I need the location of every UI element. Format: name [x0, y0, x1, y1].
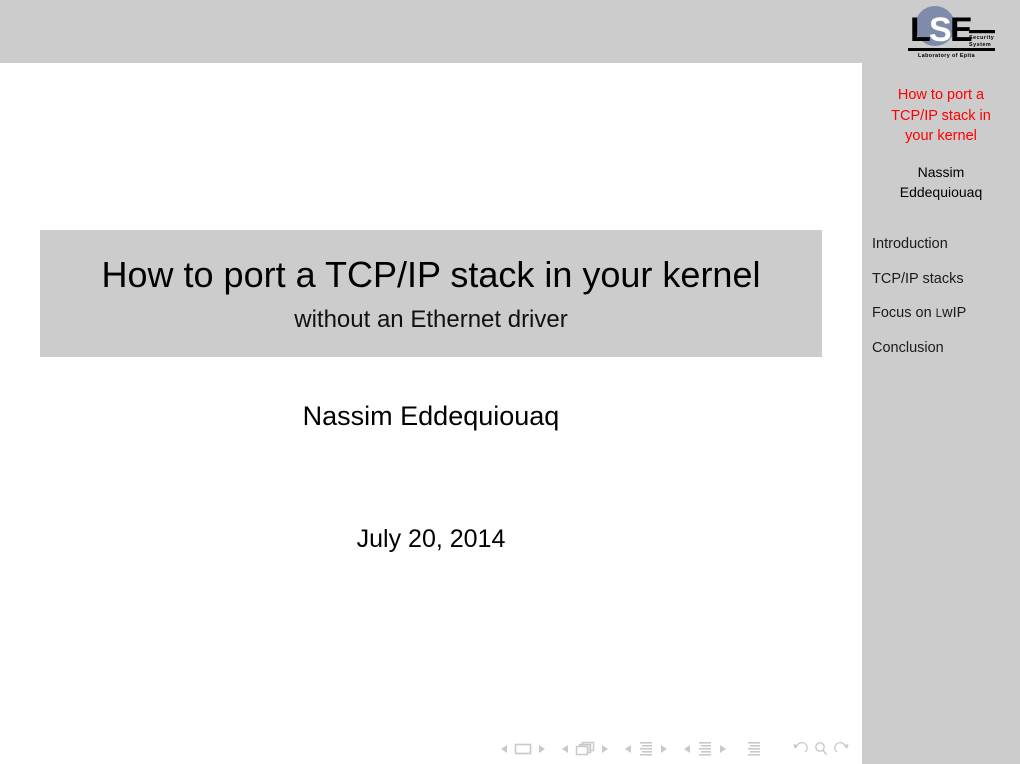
sidebar-item-tcpip-stacks[interactable]: TCP/IP stacks	[862, 269, 1020, 304]
sidebar-author: Nassim Eddequiouaq	[862, 162, 1020, 202]
slide-icon[interactable]	[514, 742, 532, 756]
prev-subsection-arrow[interactable]	[624, 744, 632, 754]
sidebar-item-label: TCP/IP stacks	[872, 270, 964, 287]
sidebar-title-line-1: How to port a	[897, 87, 985, 103]
next-subsection-arrow[interactable]	[660, 744, 668, 754]
svg-text:Laboratory of Epita: Laboratory of Epita	[918, 53, 976, 59]
next-section-arrow[interactable]	[719, 744, 727, 754]
slide-canvas: L E S Security System Laboratory of Epit…	[0, 0, 1020, 764]
next-frame-arrow[interactable]	[601, 744, 609, 754]
prev-section-arrow[interactable]	[683, 744, 691, 754]
logo-container: L E S Security System Laboratory of Epit…	[862, 0, 1020, 63]
title-block: How to port a TCP/IP stack in your kerne…	[40, 230, 822, 357]
sidebar: L E S Security System Laboratory of Epit…	[862, 0, 1020, 764]
sidebar-navigation: Introduction TCP/IP stacks Focus on LwIP…	[862, 234, 1020, 372]
sidebar-item-focus-on-lwip[interactable]: Focus on LwIP	[862, 303, 1020, 338]
lse-logo: L E S Security System Laboratory of Epit…	[885, 4, 997, 59]
subsection-nav-group	[624, 741, 668, 757]
prev-slide-arrow[interactable]	[500, 744, 508, 754]
subsection-icon[interactable]	[638, 741, 654, 757]
svg-text:Security: Security	[969, 35, 994, 41]
sidebar-item-label-suffix: wIP	[942, 305, 967, 321]
section-nav-group	[683, 741, 727, 757]
sidebar-item-introduction[interactable]: Introduction	[862, 234, 1020, 269]
back-icon[interactable]	[792, 741, 808, 757]
frame-nav-group	[561, 741, 609, 757]
sidebar-author-line-2: Eddequiouaq	[899, 184, 983, 200]
sidebar-author-line-1: Nassim	[917, 164, 965, 180]
sidebar-title: How to port a TCP/IP stack in your kerne…	[862, 85, 1020, 147]
next-slide-arrow[interactable]	[538, 744, 546, 754]
beamer-navigation-bar	[500, 739, 850, 759]
sidebar-title-line-2: TCP/IP stack in	[891, 107, 991, 124]
sidebar-item-label: Conclusion	[872, 339, 944, 356]
prev-frame-arrow[interactable]	[561, 744, 569, 754]
sidebar-item-conclusion[interactable]: Conclusion	[862, 338, 1020, 373]
section-icon[interactable]	[697, 741, 713, 757]
presentation-date: July 20, 2014	[356, 525, 506, 553]
page-subtitle: without an Ethernet driver	[294, 305, 568, 333]
header-bar	[0, 0, 862, 63]
search-icon[interactable]	[813, 741, 829, 757]
presentation-icon[interactable]	[746, 741, 762, 757]
forward-icon[interactable]	[834, 741, 850, 757]
author-name: Nassim Eddequiouaq	[302, 401, 560, 431]
sidebar-item-label: Introduction	[872, 236, 948, 252]
page-title: How to port a TCP/IP stack in your kerne…	[101, 253, 761, 295]
svg-text:S: S	[929, 11, 952, 49]
slide-nav-group	[500, 742, 546, 756]
sidebar-title-line-3: your kernel	[905, 128, 977, 144]
sidebar-item-label-prefix: Focus on	[872, 305, 936, 321]
svg-text:System: System	[969, 42, 991, 48]
frame-icon[interactable]	[575, 741, 595, 757]
